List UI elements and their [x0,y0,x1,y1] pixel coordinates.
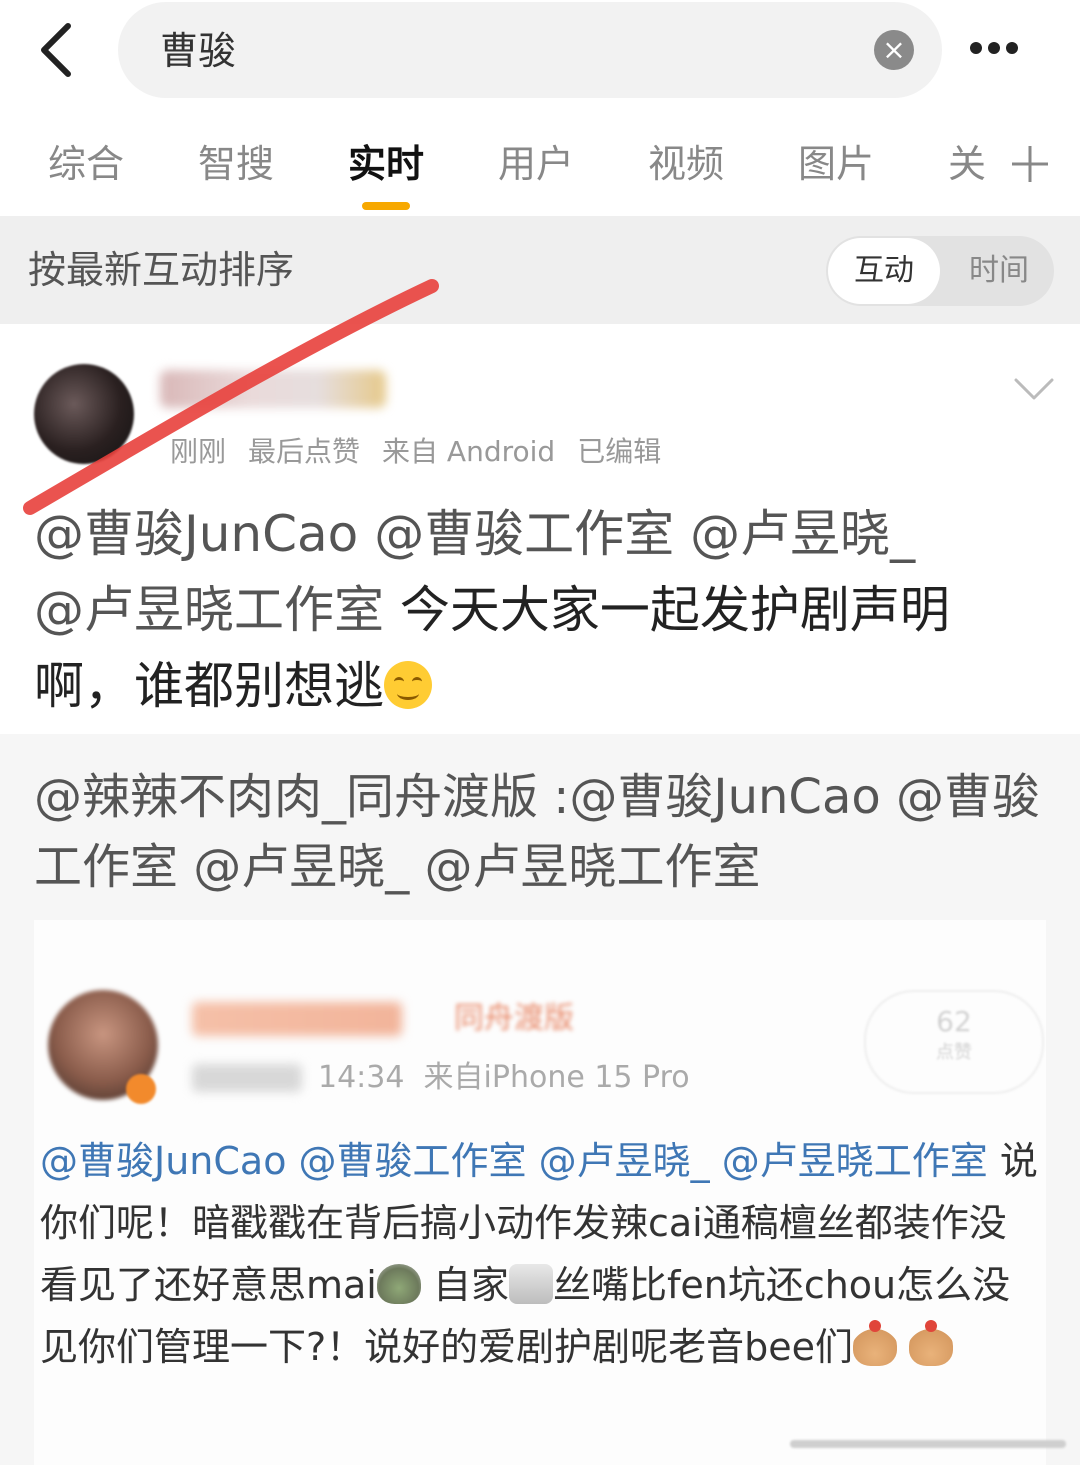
mention-link: @曹骏JunCao [40,1139,287,1183]
post-text: 啊，谁都别想逃 [34,657,384,715]
inner-body: @曹骏JunCao @曹骏工作室 @卢昱晓_ @卢昱晓工作室 说你们呢！暗戳戳在… [40,1130,1040,1378]
inner-time: 14:34 [318,1060,405,1095]
tab-realtime[interactable]: 实时 [348,140,424,188]
inner-source: 来自iPhone 15 Pro [423,1060,690,1095]
more-dot [988,42,1000,54]
chevron-left-icon [41,23,71,77]
more-dot [970,42,982,54]
toilet-icon [508,1264,553,1304]
inner-meta: 14:34 来自iPhone 15 Pro [318,1058,690,1098]
finger-heart-icon [909,1320,954,1366]
top-bar: 曹骏 × [0,0,1080,110]
mention-link: @曹骏工作室 [298,1139,527,1183]
last-like-label: 最后点赞 [248,435,361,468]
tea-icon [376,1264,421,1304]
active-tab-indicator [362,202,410,210]
date-blurred [192,1064,302,1092]
post-meta: 刚刚 最后点赞 来自 Android 已编辑 [170,432,683,472]
more-button[interactable] [970,30,1050,66]
repost-card[interactable]: @辣辣不肉肉_同舟渡版 :@曹骏JunCao @曹骏工作室 @卢昱晓_ @卢昱晓… [0,734,1080,1465]
post-source: 来自 Android [382,435,556,468]
sort-option-interaction[interactable]: 互动 [828,238,940,304]
like-label: 点赞 [936,1042,972,1063]
mention-link: @卢昱晓_ [538,1139,710,1183]
edited-label: 已编辑 [577,435,662,468]
clear-search-button[interactable]: × [874,30,914,70]
mention-link[interactable]: @曹骏JunCao [34,505,358,563]
close-icon: × [882,33,906,66]
tab-videos[interactable]: 视频 [648,140,724,188]
avatar[interactable] [34,364,134,464]
embedded-screenshot[interactable]: 同舟渡版 14:34 来自iPhone 15 Pro 62 点赞 @曹骏JunC… [34,920,1046,1465]
sort-toggle[interactable]: 互动 时间 [826,236,1054,306]
sort-label: 按最新互动排序 [28,248,295,292]
inner-text: 自家 [432,1263,509,1307]
smile-icon [384,661,432,709]
username-blurred [192,1002,402,1036]
post-text: 今天大家一起发护剧声明 [399,581,950,639]
mention-link[interactable]: @曹骏工作室 [374,505,674,563]
post-time: 刚刚 [170,435,227,468]
finger-heart-icon [853,1320,898,1366]
mention-link[interactable]: @卢昱晓_ [690,505,915,563]
search-input[interactable]: 曹骏 × [118,2,942,98]
search-tabs: 综合 智搜 实时 用户 视频 图片 关 [0,110,1080,216]
search-query: 曹骏 [160,29,237,73]
sort-bar: 按最新互动排序 互动 时间 [0,216,1080,324]
mention-link[interactable]: @卢昱晓工作室 [34,581,384,639]
post-card[interactable]: 刚刚 最后点赞 来自 Android 已编辑 @曹骏JunCao @曹骏工作室 @卢昱… [0,324,1080,734]
like-counter: 62 点赞 [864,990,1044,1094]
tab-follow[interactable]: 关 [948,140,986,188]
plus-icon[interactable] [1010,144,1050,184]
more-dot [1006,42,1018,54]
repost-text: @辣辣不肉肉_同舟渡版 :@曹骏JunCao @曹骏工作室 @卢昱晓_ @卢昱晓… [34,769,1040,895]
like-count: 62 [936,1005,972,1038]
mention-link: @卢昱晓工作室 [721,1139,988,1183]
chevron-down-icon[interactable] [1012,374,1056,404]
tab-users[interactable]: 用户 [498,140,574,188]
tab-comprehensive[interactable]: 综合 [48,140,124,188]
watermark-bar [790,1440,1066,1448]
username-blurred[interactable] [160,370,386,408]
back-button[interactable] [30,14,90,84]
tab-smart-search[interactable]: 智搜 [198,140,274,188]
post-body: @曹骏JunCao @曹骏工作室 @卢昱晓_ @卢昱晓工作室 今天大家一起发护剧… [34,496,1044,724]
verified-badge-icon [126,1074,156,1104]
tab-images[interactable]: 图片 [798,140,874,188]
sort-option-time[interactable]: 时间 [946,238,1052,304]
